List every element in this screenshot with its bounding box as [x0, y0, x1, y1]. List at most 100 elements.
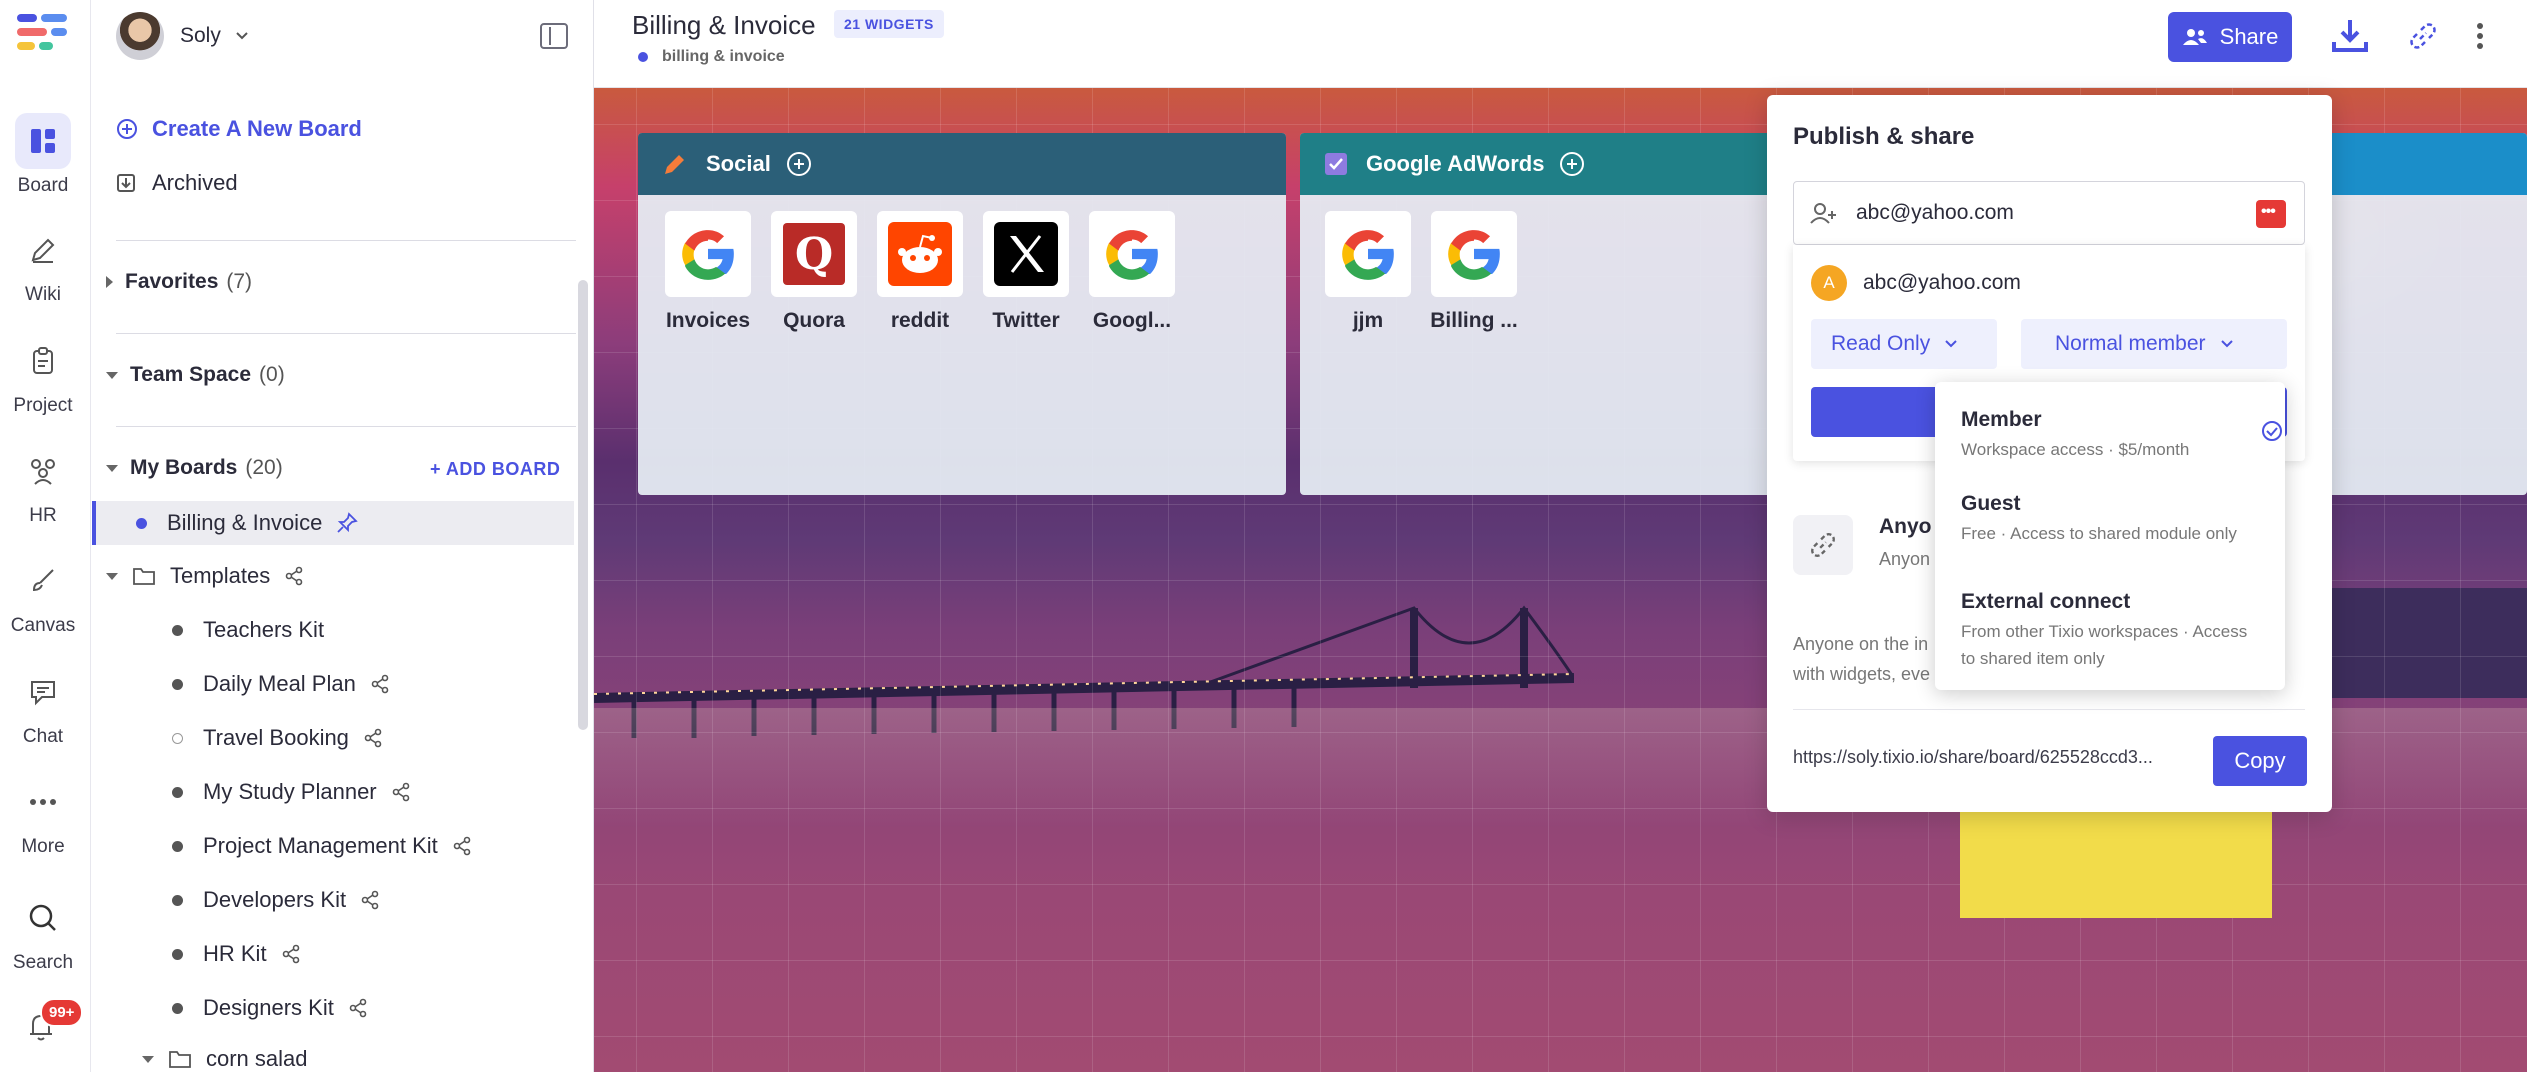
- team-space-section[interactable]: Team Space (0): [106, 363, 285, 387]
- permission-dropdown[interactable]: Read Only: [1811, 319, 1997, 369]
- member-type-dropdown[interactable]: Normal member: [2021, 319, 2287, 369]
- social-widget-header[interactable]: Social: [638, 133, 1286, 195]
- check-circle-icon: [2261, 420, 2283, 442]
- template-label: My Study Planner: [203, 779, 377, 804]
- menu-item-guest[interactable]: Guest Free · Access to shared module onl…: [1961, 492, 2261, 547]
- share-icon: [370, 674, 390, 694]
- share-link[interactable]: https://soly.tixio.io/share/board/625528…: [1793, 747, 2193, 768]
- breadcrumb[interactable]: billing & invoice: [638, 48, 785, 66]
- share-button[interactable]: Share: [2168, 12, 2292, 62]
- caret-down-icon: [106, 464, 118, 472]
- brush-icon: [15, 553, 71, 609]
- role-description: From other Tixio workspaces · Access to …: [1961, 622, 2248, 668]
- template-item[interactable]: Daily Meal Plan: [172, 671, 390, 697]
- link-icon: [1793, 515, 1853, 575]
- rail-wiki[interactable]: Wiki: [0, 222, 86, 306]
- pin-icon[interactable]: [336, 512, 359, 534]
- people-icon: [15, 443, 71, 499]
- quora-icon: Q: [771, 211, 857, 297]
- template-item[interactable]: HR Kit: [172, 941, 301, 967]
- rail-more[interactable]: More: [0, 774, 86, 858]
- app-tile-twitter[interactable]: Twitter: [978, 211, 1074, 333]
- clipboard-icon: [15, 333, 71, 389]
- rail-project[interactable]: Project: [0, 333, 86, 417]
- template-dot: [172, 732, 183, 744]
- app-tile-quora[interactable]: Q Quora: [766, 211, 862, 333]
- add-icon[interactable]: [1560, 152, 1585, 176]
- share-icon: [348, 998, 368, 1018]
- folder-icon: [132, 566, 156, 586]
- app-tile-google[interactable]: Googl...: [1084, 211, 1180, 333]
- copy-button[interactable]: Copy: [2213, 736, 2307, 786]
- rail-chat[interactable]: Chat: [0, 664, 86, 748]
- sidebar: Soly Create A New Board Archived Favorit…: [92, 0, 594, 1072]
- template-item[interactable]: Travel Booking: [172, 725, 383, 751]
- app-tile-reddit[interactable]: reddit: [872, 211, 968, 333]
- board-label: Billing & Invoice: [167, 510, 323, 535]
- app-logo[interactable]: [17, 14, 69, 60]
- more-vertical-icon[interactable]: [2476, 22, 2484, 50]
- app-tile-invoices[interactable]: Invoices: [660, 211, 756, 333]
- rail-chat-label: Chat: [22, 726, 64, 747]
- rail-board[interactable]: Board: [0, 113, 86, 197]
- template-label: Daily Meal Plan: [203, 671, 356, 696]
- social-widget[interactable]: Social Invoices Q Quora reddit Twitter G…: [638, 133, 1286, 495]
- template-item[interactable]: Designers Kit: [172, 995, 368, 1021]
- board-header: Billing & Invoice 21 WIDGETS billing & i…: [594, 0, 2527, 88]
- app-tile-billing[interactable]: Billing ...: [1426, 211, 1522, 333]
- collapse-sidebar-icon[interactable]: [540, 23, 568, 49]
- google-icon: [1431, 211, 1517, 297]
- template-item[interactable]: My Study Planner: [172, 779, 411, 805]
- template-item[interactable]: Teachers Kit: [172, 617, 324, 643]
- app-label: Googl...: [1092, 309, 1172, 332]
- sidebar-scrollbar[interactable]: [578, 280, 588, 730]
- favorites-section[interactable]: Favorites (7): [106, 270, 252, 294]
- rail-hr[interactable]: HR: [0, 443, 86, 527]
- create-board-link[interactable]: Create A New Board: [116, 116, 362, 142]
- role-description: Free · Access to shared module only: [1961, 524, 2237, 543]
- add-board-button[interactable]: + ADD BOARD: [430, 459, 560, 480]
- download-icon[interactable]: [2330, 16, 2370, 56]
- adwords-widget-title: Google AdWords: [1366, 151, 1545, 176]
- my-boards-section[interactable]: My Boards (20): [106, 456, 283, 480]
- email-field[interactable]: abc@yahoo.com: [1793, 181, 2305, 245]
- add-icon[interactable]: [786, 152, 811, 176]
- template-dot: [172, 1002, 183, 1014]
- templates-label: Templates: [170, 563, 271, 588]
- link-icon[interactable]: [2407, 20, 2439, 52]
- template-item[interactable]: Project Management Kit: [172, 833, 472, 859]
- app-tile-jjm[interactable]: jjm: [1320, 211, 1416, 333]
- app-label: jjm: [1352, 309, 1384, 332]
- app-rail: Board Wiki Project HR Canvas Chat More S…: [0, 0, 91, 1072]
- template-dot: [172, 948, 183, 960]
- sidebar-item-corn-salad[interactable]: corn salad: [142, 1046, 308, 1072]
- sidebar-item-templates[interactable]: Templates: [106, 563, 304, 589]
- sidebar-item-billing-invoice[interactable]: Billing & Invoice: [92, 501, 574, 545]
- user-menu[interactable]: Soly: [116, 12, 249, 60]
- menu-item-member[interactable]: Member Workspace access · $5/month: [1961, 408, 2282, 463]
- google-icon: [1089, 211, 1175, 297]
- user-name: Soly: [180, 24, 221, 47]
- password-manager-icon[interactable]: [2256, 200, 2286, 228]
- archived-link[interactable]: Archived: [116, 170, 238, 196]
- template-item[interactable]: Developers Kit: [172, 887, 380, 913]
- rail-search[interactable]: Search: [0, 890, 86, 974]
- app-label: Invoices: [665, 309, 751, 332]
- app-label: reddit: [890, 309, 950, 332]
- template-label: Project Management Kit: [203, 833, 438, 858]
- rail-canvas[interactable]: Canvas: [0, 553, 86, 637]
- member-type-value: Normal member: [2055, 332, 2206, 355]
- template-dot: [172, 894, 183, 906]
- sticky-note[interactable]: [1960, 808, 2272, 918]
- app-label: Quora: [783, 309, 845, 332]
- suggested-user[interactable]: A abc@yahoo.com: [1811, 265, 2021, 301]
- users-icon: [2182, 27, 2208, 47]
- menu-item-external-connect[interactable]: External connect From other Tixio worksp…: [1961, 590, 2261, 672]
- archived-label: Archived: [152, 170, 238, 195]
- divider: [116, 426, 576, 427]
- plus-circle-icon: [116, 118, 138, 140]
- rail-canvas-label: Canvas: [10, 615, 76, 636]
- pencil-icon: [662, 151, 688, 177]
- chevron-down-icon: [235, 31, 249, 41]
- favorites-count: (7): [226, 270, 253, 293]
